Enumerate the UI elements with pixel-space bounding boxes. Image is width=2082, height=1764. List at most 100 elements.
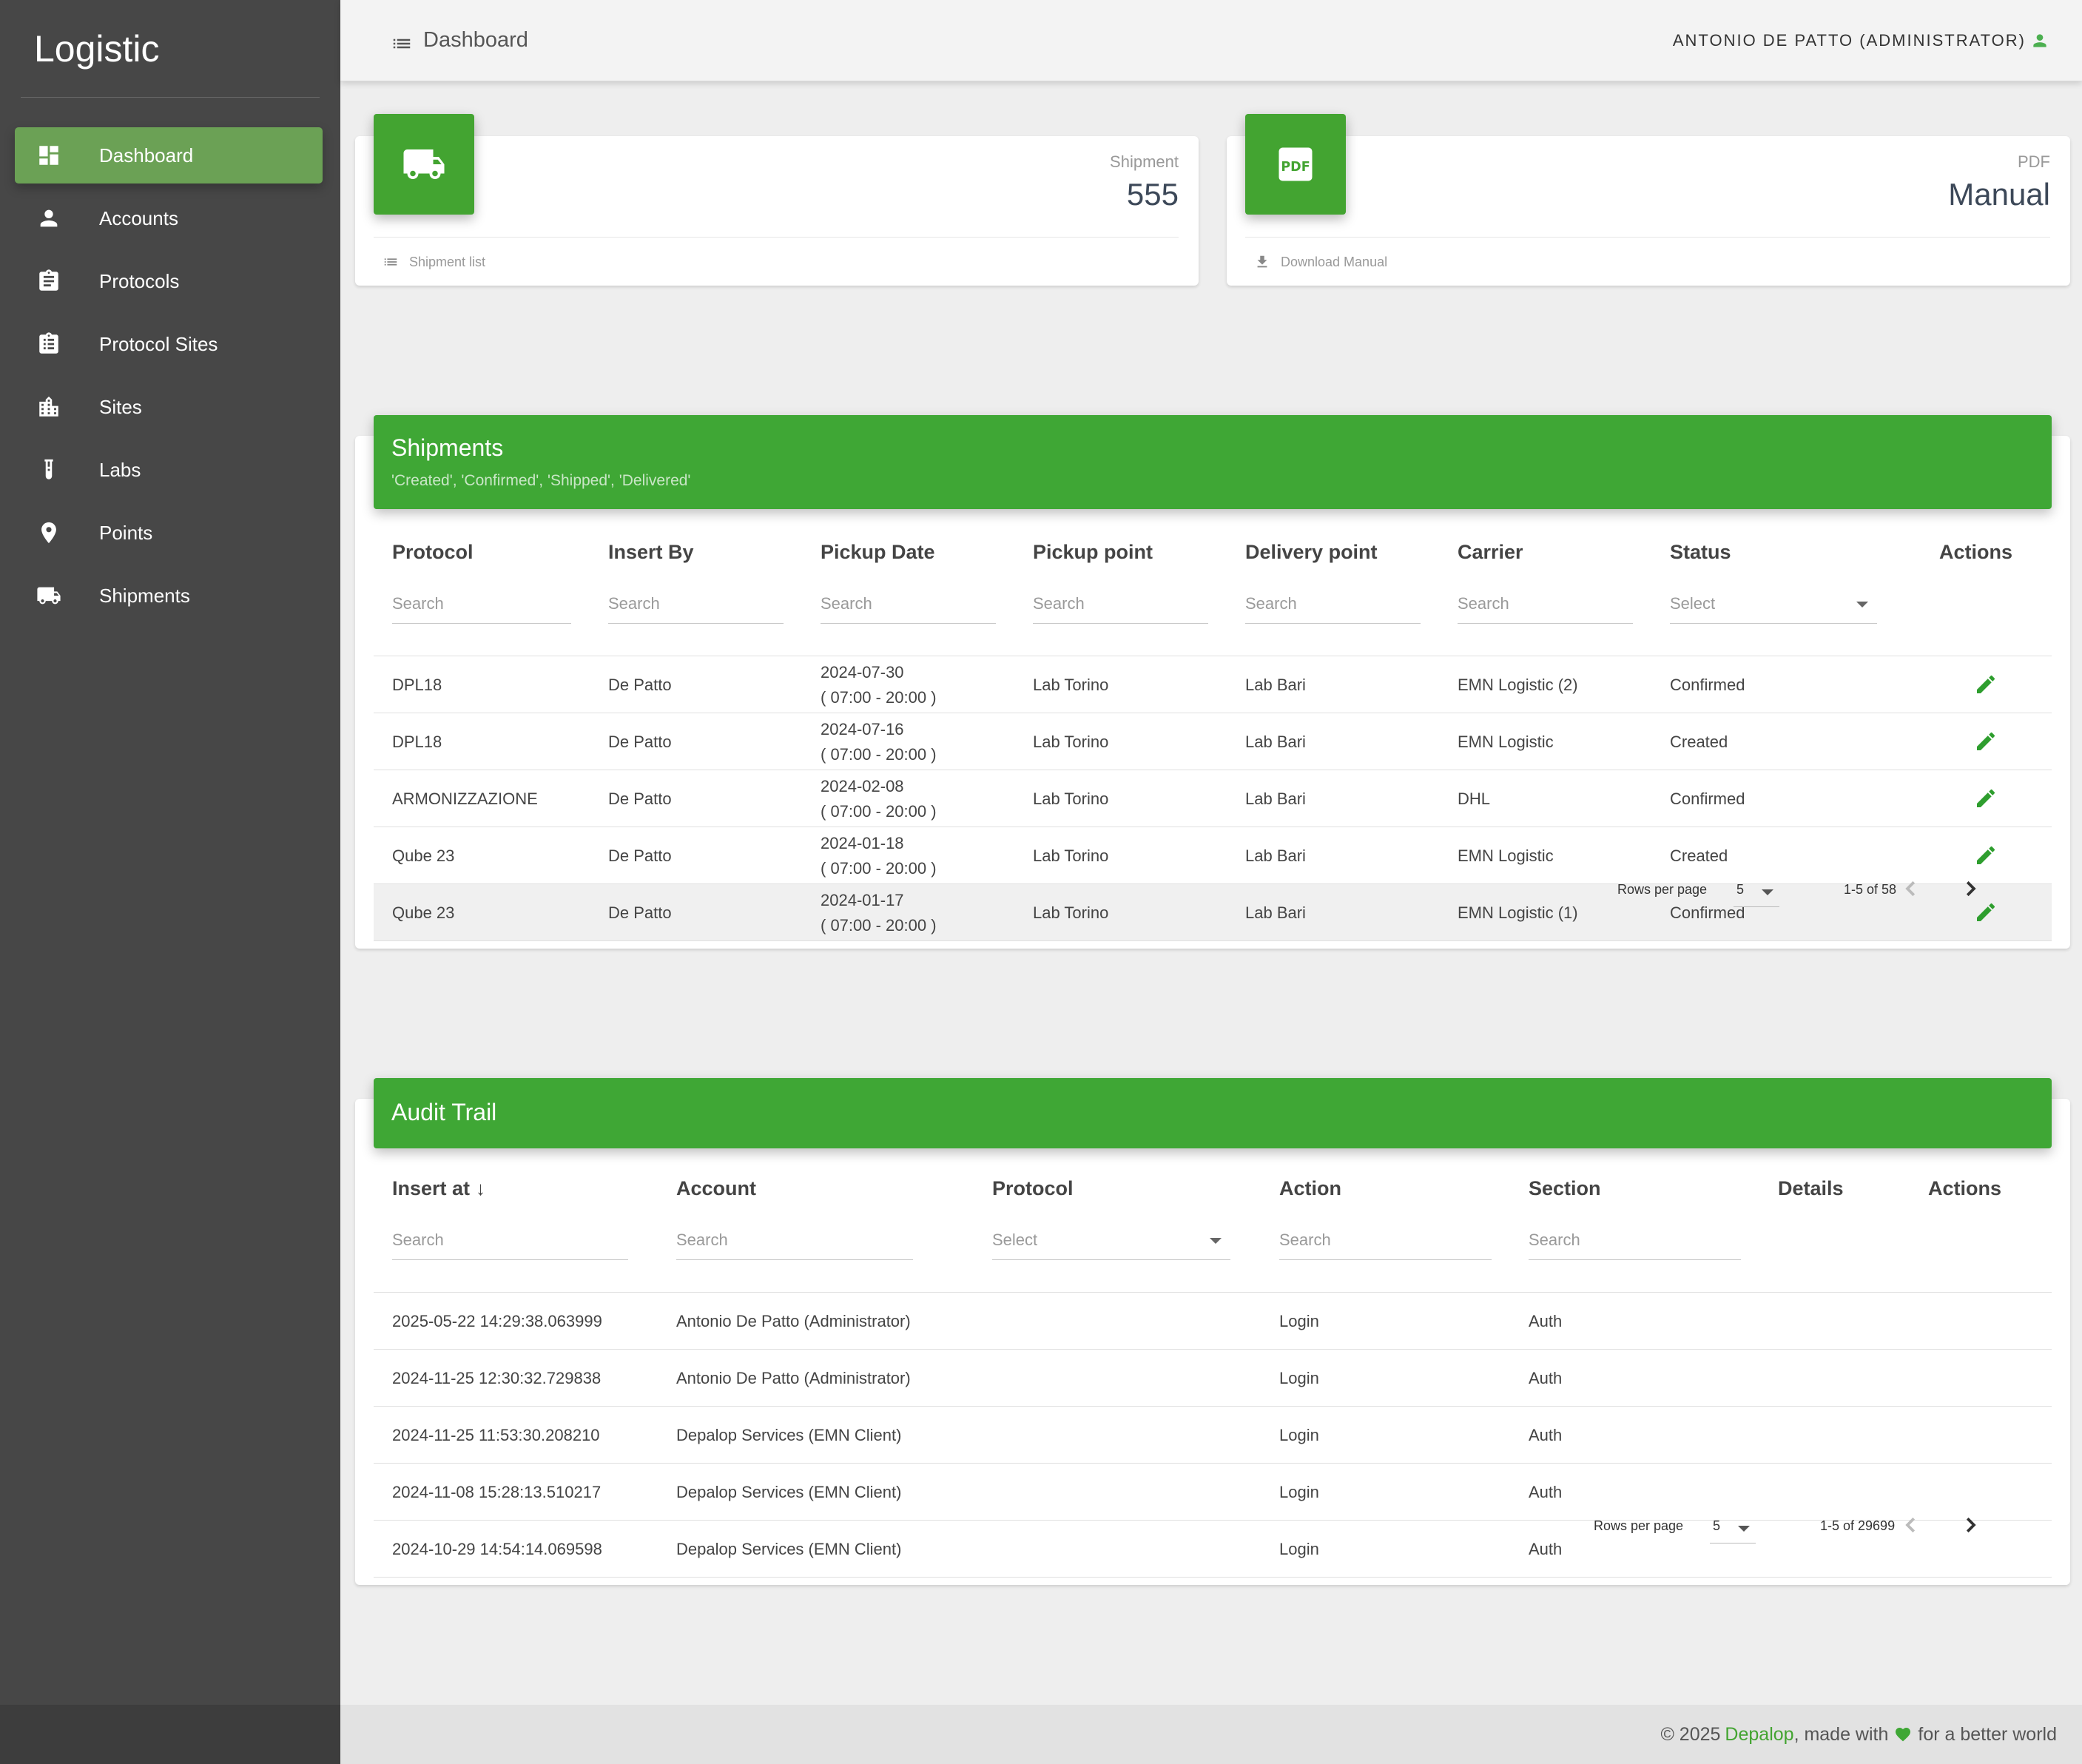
cell-pickup-point: Lab Torino: [1033, 789, 1109, 808]
sidebar-item-protocols[interactable]: Protocols: [15, 253, 323, 309]
pdf-icon: PDF: [1245, 114, 1346, 215]
page-title: Dashboard: [391, 27, 528, 55]
cell-pickup-point: Lab Torino: [1033, 732, 1109, 751]
carrier-filter[interactable]: Search: [1458, 590, 1633, 624]
truck-icon: [36, 582, 62, 609]
table-row[interactable]: 2024-11-25 11:53:30.208210 Depalop Servi…: [374, 1407, 2052, 1464]
column-header-actions: Actions: [1928, 1177, 2002, 1199]
table-row[interactable]: 2024-11-25 12:30:32.729838 Antonio De Pa…: [374, 1350, 2052, 1407]
audit-pagination: Rows per page 5 1-5 of 29699: [374, 1498, 2052, 1557]
page-footer: © 2025 Depalop , made with for a better …: [340, 1705, 2082, 1764]
column-header-pickup-point[interactable]: Pickup point: [1033, 541, 1153, 564]
chevron-right-icon: [1966, 881, 1976, 897]
action-filter[interactable]: Search: [1279, 1226, 1492, 1260]
sidebar-item-points[interactable]: Points: [15, 505, 323, 561]
shipment-list-link[interactable]: Shipment list: [374, 237, 1179, 270]
user-icon: [2033, 33, 2046, 47]
sidebar-item-shipments[interactable]: Shipments: [15, 568, 323, 624]
sidebar-item-protocol-sites[interactable]: Protocol Sites: [15, 316, 323, 372]
map-pin-icon: [36, 519, 62, 546]
rows-per-page-select[interactable]: 5: [1710, 1509, 1756, 1544]
cell-account: Depalop Services (EMN Client): [676, 1425, 902, 1444]
column-header-account[interactable]: Account: [676, 1177, 756, 1200]
cell-carrier: DHL: [1458, 789, 1491, 808]
insert-by-filter[interactable]: Search: [608, 590, 784, 624]
column-header-protocol[interactable]: Protocol: [992, 1177, 1074, 1200]
rows-per-page-value: 5: [1736, 882, 1745, 897]
pickup-date-filter[interactable]: Search: [821, 590, 996, 624]
account-filter[interactable]: Search: [676, 1226, 913, 1260]
edit-button[interactable]: [1974, 730, 1999, 755]
stat-footer-label: Shipment list: [409, 254, 486, 269]
column-header-status[interactable]: Status: [1670, 541, 1731, 564]
column-header-carrier[interactable]: Carrier: [1458, 541, 1523, 564]
pickup-time: ( 07:00 - 20:00 ): [821, 744, 937, 764]
card-title: Audit Trail: [391, 1099, 497, 1125]
app-brand[interactable]: Logistic: [21, 0, 320, 98]
pickup-time: ( 07:00 - 20:00 ): [821, 801, 937, 821]
sidebar-item-accounts[interactable]: Accounts: [15, 190, 323, 246]
audit-card-header: Audit Trail: [374, 1078, 2052, 1148]
cell-delivery-point: Lab Bari: [1245, 732, 1306, 751]
previous-page-button[interactable]: [1900, 878, 1925, 903]
truck-icon: [374, 114, 474, 215]
shipments-card: Shipments 'Created', 'Confirmed', 'Shipp…: [355, 415, 2070, 949]
cell-action: Login: [1279, 1425, 1319, 1444]
next-page-button[interactable]: [1959, 878, 1984, 903]
column-header-delivery-point[interactable]: Delivery point: [1245, 541, 1378, 564]
card-subtitle: 'Created', 'Confirmed', 'Shipped', 'Deli…: [391, 472, 691, 489]
table-row[interactable]: ARMONIZZAZIONE De Patto 2024-02-08 ( 07:…: [374, 770, 2052, 827]
pickup-date: 2024-07-30: [821, 662, 904, 681]
protocol-select[interactable]: Select: [992, 1226, 1230, 1260]
main-content: Shipment 555 Shipment list PDF PDF Manua…: [340, 81, 2082, 1705]
footer-made-with: , made with: [1793, 1723, 1889, 1745]
cell-status: Confirmed: [1670, 789, 1745, 808]
rows-per-page-select[interactable]: 5: [1734, 873, 1779, 907]
pickup-date: 2024-02-08: [821, 776, 904, 795]
chevron-down-icon: [1210, 1238, 1222, 1244]
section-filter[interactable]: Search: [1529, 1226, 1741, 1260]
cell-insert-at: 2024-11-25 12:30:32.729838: [392, 1368, 602, 1387]
insert-at-filter[interactable]: Search: [392, 1226, 628, 1260]
column-header-protocol[interactable]: Protocol: [392, 541, 474, 564]
next-page-button[interactable]: [1959, 1514, 1984, 1539]
column-header-insert-by[interactable]: Insert By: [608, 541, 694, 564]
pagination-range: 1-5 of 29699: [1820, 1518, 1896, 1533]
column-header-action[interactable]: Action: [1279, 1177, 1341, 1200]
pickup-date: 2024-07-16: [821, 719, 904, 738]
cell-delivery-point: Lab Bari: [1245, 675, 1306, 694]
cell-pickup-date: 2024-02-08 ( 07:00 - 20:00 ): [821, 770, 937, 827]
stat-label: Shipment: [1110, 152, 1179, 171]
person-icon: [36, 205, 62, 232]
shipment-stat-card: Shipment 555 Shipment list: [355, 114, 1199, 286]
sidebar-footer: [0, 1705, 340, 1764]
edit-button[interactable]: [1974, 673, 1999, 698]
table-row[interactable]: DPL18 De Patto 2024-07-16 ( 07:00 - 20:0…: [374, 713, 2052, 770]
audit-trail-card: Audit Trail Insert at ↓ Account Protocol …: [355, 1078, 2070, 1585]
depalop-link[interactable]: Depalop: [1725, 1724, 1793, 1746]
previous-page-button[interactable]: [1900, 1514, 1925, 1539]
chevron-right-icon: [1966, 1517, 1976, 1533]
delivery-point-filter[interactable]: Search: [1245, 590, 1421, 624]
cell-insert-by: De Patto: [608, 789, 672, 808]
table-row[interactable]: 2025-05-22 14:29:38.063999 Antonio De Pa…: [374, 1293, 2052, 1350]
chevron-left-icon: [1905, 1517, 1916, 1533]
edit-button[interactable]: [1974, 787, 1999, 812]
status-select[interactable]: Select: [1670, 590, 1877, 624]
protocol-filter[interactable]: Search: [392, 590, 571, 624]
column-header-section[interactable]: Section: [1529, 1177, 1601, 1200]
download-manual-link[interactable]: Download Manual: [1245, 237, 2050, 270]
table-header: Insert at ↓ Account Protocol Action Secti…: [374, 1159, 2052, 1293]
table-row[interactable]: DPL18 De Patto 2024-07-30 ( 07:00 - 20:0…: [374, 656, 2052, 713]
column-header-insert-at[interactable]: Insert at ↓: [392, 1177, 485, 1200]
sidebar-item-dashboard[interactable]: Dashboard: [15, 127, 323, 184]
column-header-pickup-date[interactable]: Pickup Date: [821, 541, 935, 564]
building-icon: [36, 394, 62, 420]
sort-arrow-icon: ↓: [476, 1177, 486, 1199]
cell-protocol: DPL18: [392, 732, 442, 751]
cell-action: Login: [1279, 1368, 1319, 1387]
user-menu[interactable]: ANTONIO DE PATTO (ADMINISTRATOR): [1673, 31, 2049, 50]
pickup-point-filter[interactable]: Search: [1033, 590, 1208, 624]
sidebar-item-labs[interactable]: Labs: [15, 442, 323, 498]
sidebar-item-sites[interactable]: Sites: [15, 379, 323, 435]
